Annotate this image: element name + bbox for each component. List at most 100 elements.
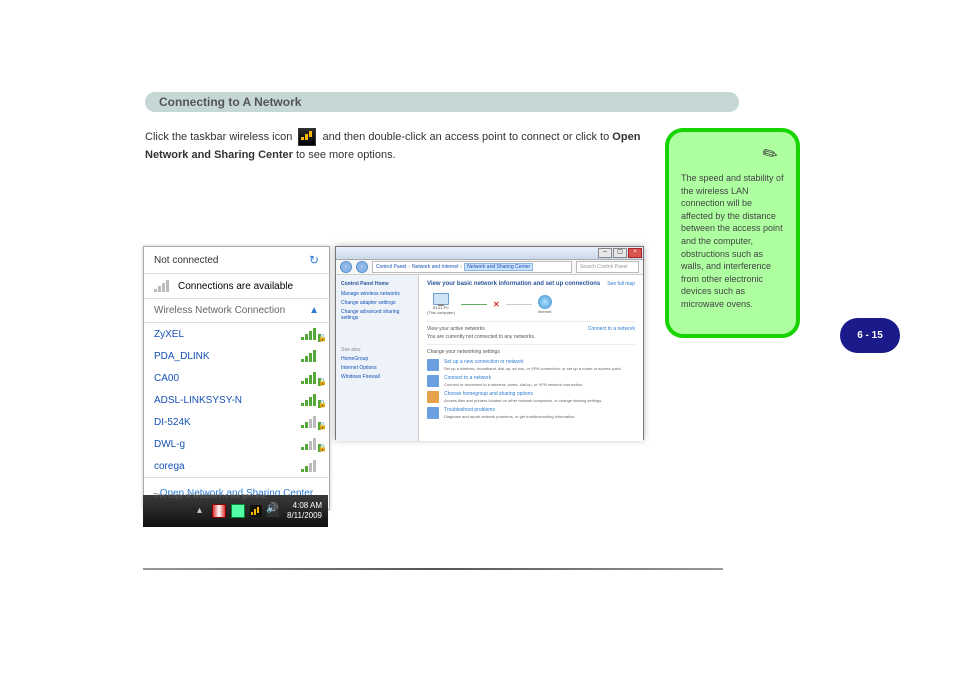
task-title-link[interactable]: Connect to a network <box>444 375 583 381</box>
battery-icon[interactable] <box>231 504 245 518</box>
network-name: CA00 <box>154 373 179 384</box>
note-text: The speed and stability of the wireless … <box>681 172 786 311</box>
close-button[interactable]: × <box>628 248 642 258</box>
network-item-corega[interactable]: corega <box>144 455 329 477</box>
sidebar-link-0[interactable]: Manage wireless networks <box>341 291 413 297</box>
task-item: Connect to a networkConnect or reconnect… <box>427 375 635 387</box>
network-name: PDA_DLINK <box>154 351 210 362</box>
network-item-CA00[interactable]: CA00 🔒 <box>144 367 329 389</box>
intro-t1: Click the taskbar wireless icon <box>145 131 295 143</box>
active-net-header: View your active networks <box>427 326 535 332</box>
window-main: View your basic network information and … <box>419 275 643 441</box>
search-input[interactable]: Search Control Panel <box>576 261 639 273</box>
taskbar: This copy of Windows is not genuine ▴ 4:… <box>143 495 328 527</box>
note-box: ✎ The speed and stability of the wireles… <box>665 128 800 338</box>
task-title-link[interactable]: Troubleshoot problems <box>444 407 576 413</box>
task-item: Set up a new connection or networkSet up… <box>427 359 635 371</box>
wireless-tray-icon <box>298 128 316 146</box>
signal-strength-icon: 🔒 <box>301 438 319 450</box>
task-icon <box>427 359 439 371</box>
task-icon <box>427 407 439 419</box>
network-item-PDA_DLINK[interactable]: PDA_DLINK <box>144 345 329 367</box>
network-item-DWL-g[interactable]: DWL-g 🔒 <box>144 433 329 455</box>
section-header: Connecting to A Network <box>145 92 739 112</box>
sidebar-link-2[interactable]: Change advanced sharing settings <box>341 309 413 321</box>
intro-t3: to see more options. <box>296 149 396 161</box>
network-sharing-center-window: – ▢ × ‹ › Control Panel› Network and Int… <box>335 246 644 440</box>
intro-t2: and then double-click an access point to… <box>322 131 612 143</box>
sidebar-header: Control Panel Home <box>341 281 413 287</box>
footer-divider <box>143 568 723 570</box>
crumb-2[interactable]: Network and Sharing Center <box>464 263 533 271</box>
computer-icon <box>433 293 449 305</box>
task-icon <box>427 375 439 387</box>
see-full-map-link[interactable]: See full map <box>607 281 635 287</box>
network-name: ZyXEL <box>154 329 184 340</box>
network-item-DI-524K[interactable]: DI-524K 🔒 <box>144 411 329 433</box>
network-item-ZyXEL[interactable]: ZyXEL 🔒 <box>144 323 329 345</box>
seealso-link-2[interactable]: Windows Firewall <box>341 374 413 380</box>
task-item: Troubleshoot problemsDiagnose and repair… <box>427 407 635 419</box>
seealso-link-0[interactable]: HomeGroup <box>341 356 413 362</box>
map-line <box>461 304 487 305</box>
disconnected-icon: ✕ <box>493 300 500 309</box>
address-bar: ‹ › Control Panel› Network and Internet›… <box>336 260 643 275</box>
page-number-badge: 6 - 15 <box>840 318 900 353</box>
tray-overflow-icon[interactable]: ▴ <box>197 505 207 517</box>
sidebar-link-1[interactable]: Change adapter settings <box>341 300 413 306</box>
task-desc: Diagnose and repair network problems, or… <box>444 414 576 419</box>
task-title-link[interactable]: Set up a new connection or network <box>444 359 622 365</box>
not-connected-label: Not connected <box>154 255 219 266</box>
minimize-button[interactable]: – <box>598 248 612 258</box>
signal-strength-icon: 🔒 <box>301 328 319 340</box>
breadcrumb[interactable]: Control Panel› Network and Internet› Net… <box>372 261 572 273</box>
task-desc: Access files and printers located on oth… <box>444 398 602 403</box>
network-item-ADSL-LINKSYSY-N[interactable]: ADSL-LINKSYSY-N 🔒 <box>144 389 329 411</box>
network-map: B101-PC (This computer) ✕ Internet <box>427 293 635 315</box>
main-header: View your basic network information and … <box>427 281 635 287</box>
globe-icon <box>538 295 552 309</box>
volume-icon[interactable] <box>267 505 279 517</box>
search-placeholder: Search Control Panel <box>580 264 628 270</box>
crumb-0[interactable]: Control Panel <box>376 264 406 270</box>
task-item: Choose homegroup and sharing optionsAcce… <box>427 391 635 403</box>
nav-back-button[interactable]: ‹ <box>340 261 352 273</box>
active-net-msg: You are currently not connected to any n… <box>427 334 535 340</box>
network-name: DI-524K <box>154 417 191 428</box>
network-flyout: Not connected ↻ Connections are availabl… <box>143 246 330 510</box>
seealso-link-1[interactable]: Internet Options <box>341 365 413 371</box>
task-title-link[interactable]: Choose homegroup and sharing options <box>444 391 602 397</box>
network-name: DWL-g <box>154 439 185 450</box>
crumb-1[interactable]: Network and Internet <box>412 264 458 270</box>
connect-to-network-link[interactable]: Connect to a network <box>588 326 635 340</box>
node2-label: Internet <box>538 309 552 314</box>
signal-strength-icon: 🔒 <box>301 372 319 384</box>
intro-paragraph: Click the taskbar wireless icon and then… <box>145 128 645 164</box>
pen-icon: ✎ <box>758 140 784 169</box>
change-settings-header: Change your networking settings <box>427 349 635 355</box>
task-desc: Set up a wireless, broadband, dial-up, a… <box>444 366 622 371</box>
map-line-2 <box>506 304 532 305</box>
signal-strength-icon <box>301 460 319 472</box>
signal-icon <box>154 280 172 292</box>
signal-strength-icon <box>301 350 319 362</box>
action-center-icon[interactable] <box>212 504 226 518</box>
network-icon[interactable] <box>250 505 262 517</box>
clock-time: 4:08 AM <box>287 501 322 511</box>
window-titlebar: – ▢ × <box>336 247 643 260</box>
task-icon <box>427 391 439 403</box>
taskbar-clock[interactable]: 4:08 AM 8/11/2009 <box>287 501 322 520</box>
refresh-icon[interactable]: ↻ <box>309 253 319 267</box>
network-name: corega <box>154 461 185 472</box>
signal-strength-icon: 🔒 <box>301 394 319 406</box>
clock-date: 8/11/2009 <box>287 511 322 521</box>
node1-sub: (This computer) <box>427 310 455 315</box>
nav-fwd-button[interactable]: › <box>356 261 368 273</box>
window-sidebar: Control Panel Home Manage wireless netwo… <box>336 275 419 441</box>
task-desc: Connect or reconnect to a wireless, wire… <box>444 382 583 387</box>
network-name: ADSL-LINKSYSY-N <box>154 395 242 406</box>
watermark-text: This copy of Windows is not genuine <box>153 493 267 500</box>
maximize-button[interactable]: ▢ <box>613 248 627 258</box>
collapse-icon[interactable]: ▲ <box>309 305 319 316</box>
signal-strength-icon: 🔒 <box>301 416 319 428</box>
